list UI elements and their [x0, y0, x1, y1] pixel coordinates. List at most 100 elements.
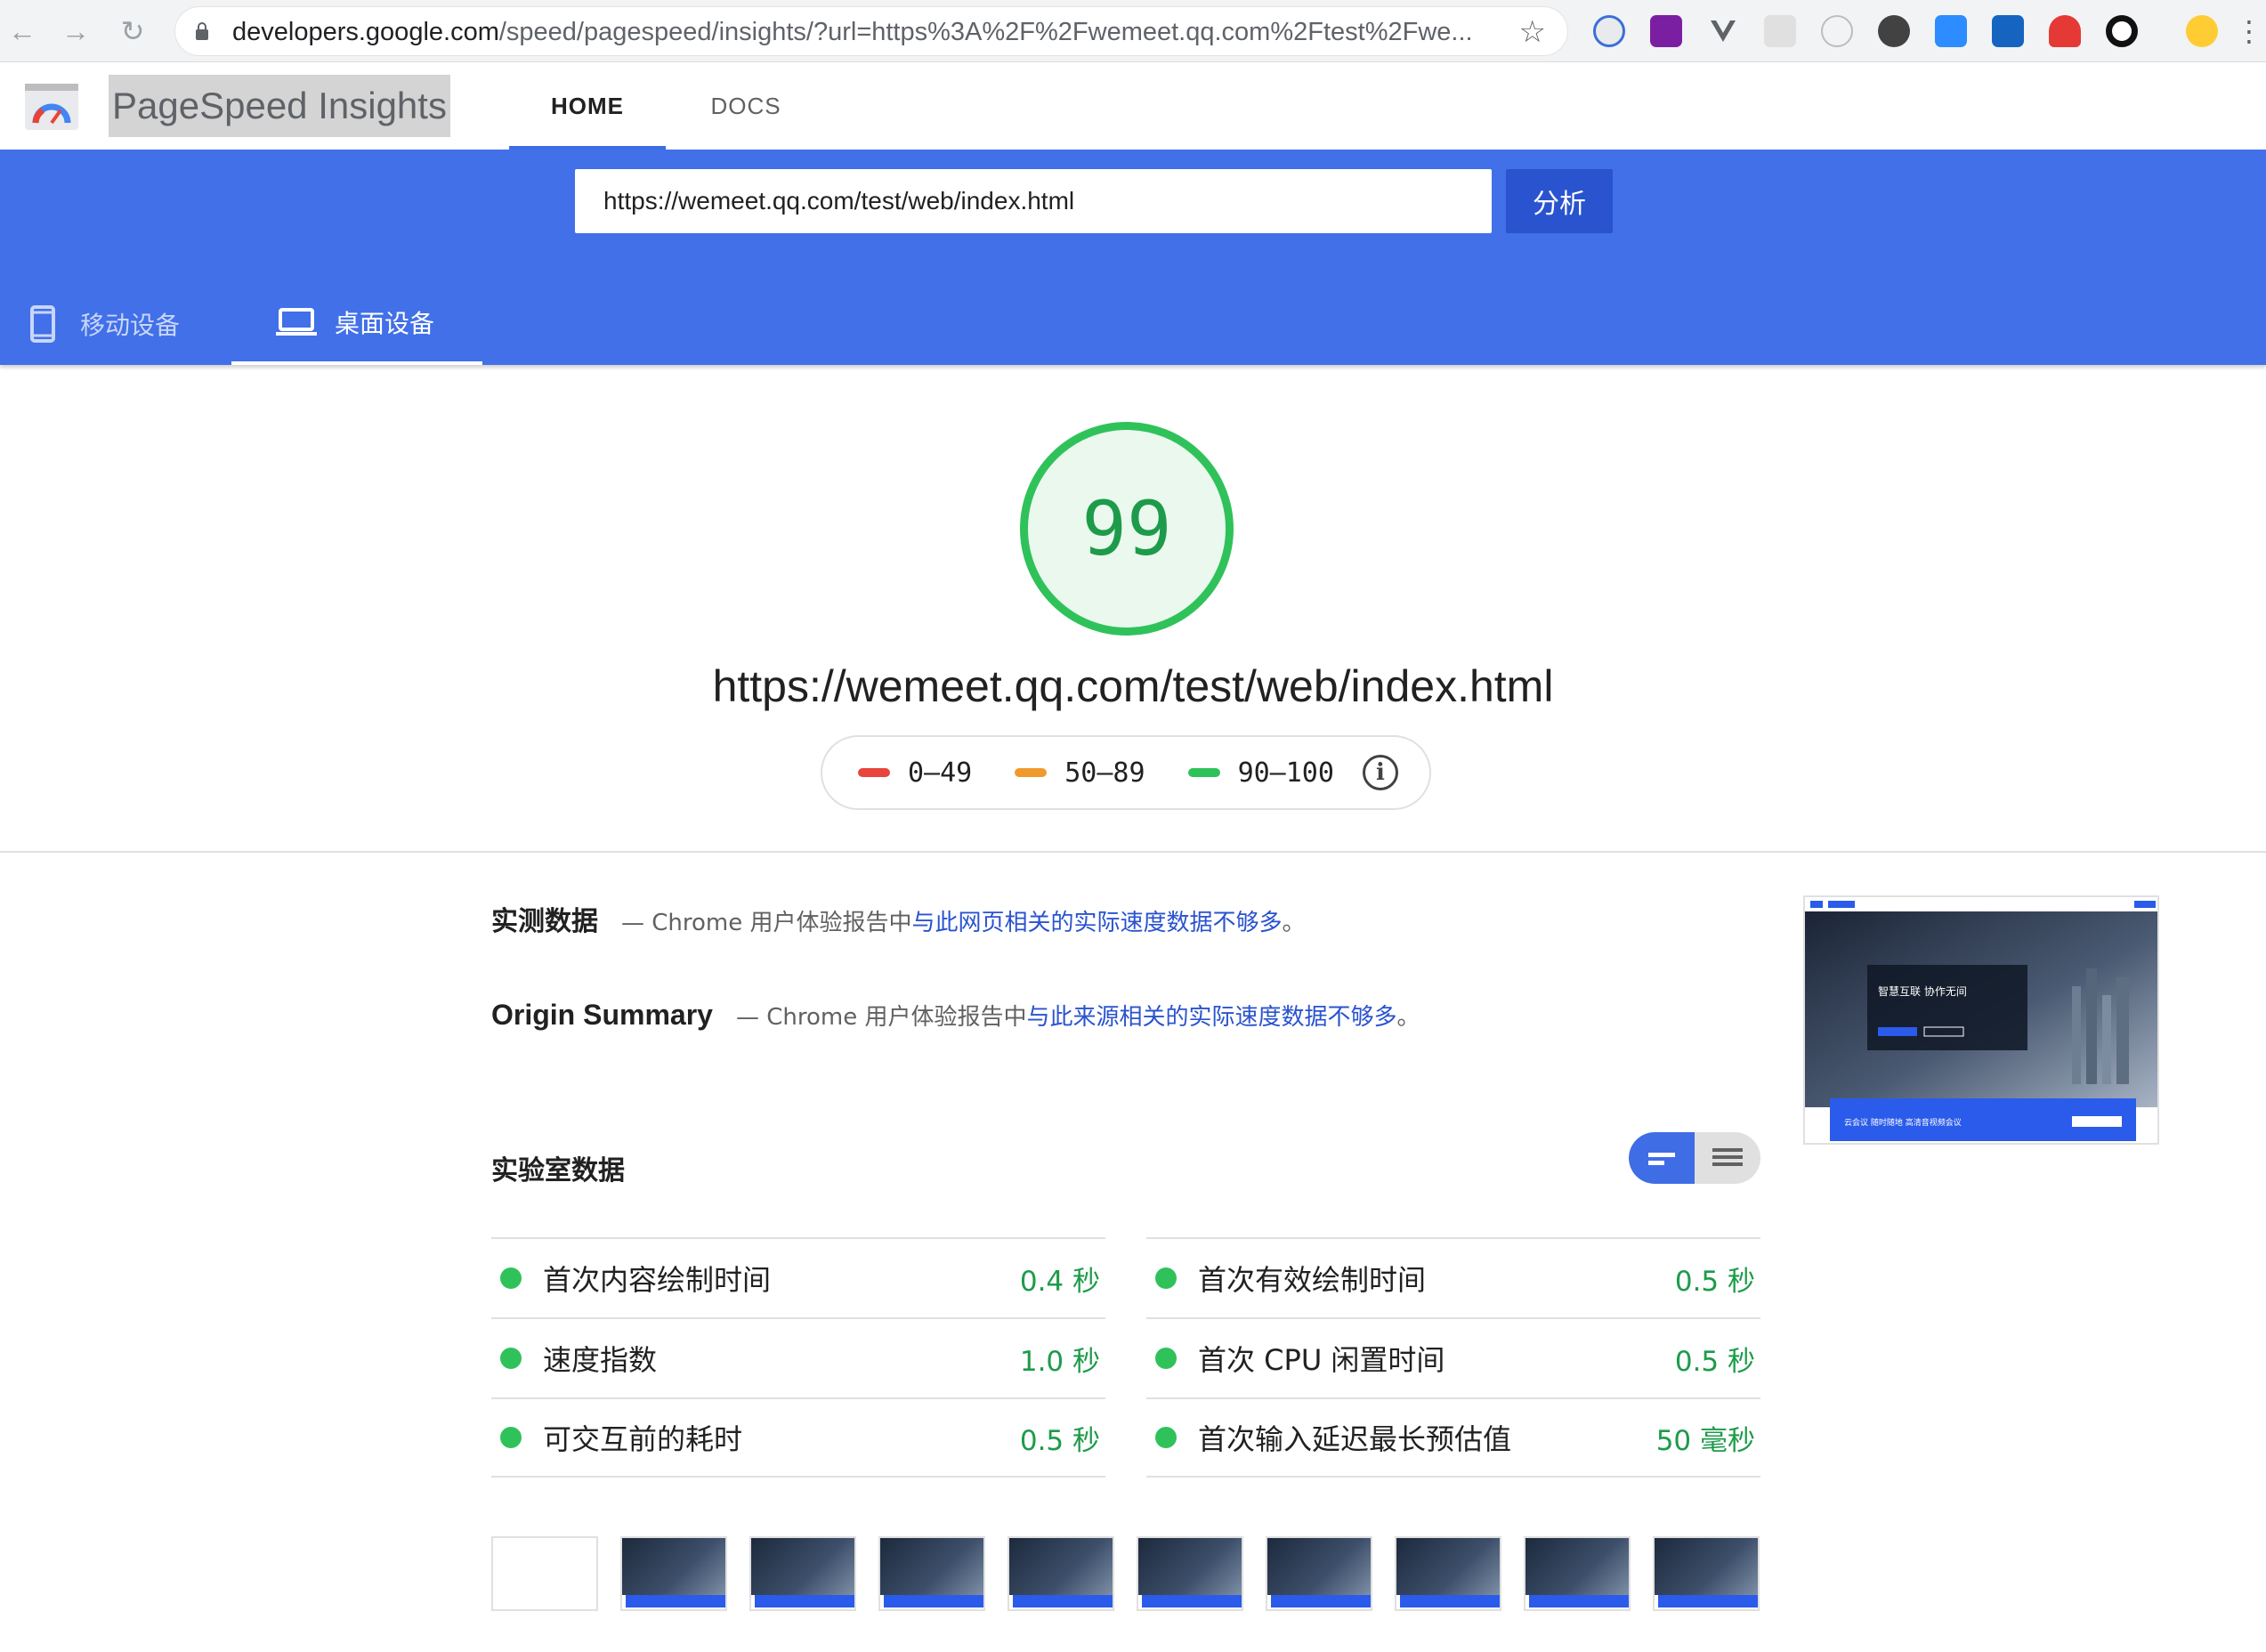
extension-lighthouse-icon[interactable]	[2049, 15, 2081, 47]
filmstrip-frame	[1266, 1536, 1372, 1611]
expanded-view-button[interactable]	[1695, 1132, 1760, 1184]
extension-globe-icon[interactable]	[1593, 15, 1625, 47]
address-bar-url: developers.google.com/speed/pagespeed/in…	[232, 18, 1496, 47]
metric-value: 0.4 秒	[1019, 1265, 1100, 1298]
browser-toolbar: ← → ↻ developers.google.com/speed/pagesp…	[0, 0, 2266, 62]
mobile-device-icon	[30, 305, 55, 343]
expanded-view-icon	[1712, 1148, 1743, 1166]
app-title[interactable]: PageSpeed Insights	[109, 75, 450, 137]
address-bar[interactable]: developers.google.com/speed/pagespeed/in…	[174, 6, 1568, 56]
legend-average: 50–89	[1015, 757, 1145, 789]
tab-mobile-label: 移动设备	[80, 311, 181, 340]
extension-s-icon[interactable]	[1992, 15, 2024, 47]
filmstrip-frame	[1524, 1536, 1631, 1611]
field-data-link[interactable]: 与此网页相关的实际速度数据不够多	[912, 904, 1283, 937]
psi-header: PageSpeed Insights HOME DOCS	[0, 62, 2266, 150]
extension-circle-icon[interactable]	[1878, 15, 1910, 47]
legend-fail-bar	[858, 768, 890, 777]
filmstrip-frame	[1653, 1536, 1760, 1611]
final-screenshot: 智慧互联 协作无间 云会议 随时随地 高清音视频会议	[1803, 895, 2159, 1145]
score-legend: 0–49 50–89 90–100 i	[821, 735, 1431, 810]
metric-value: 1.0 秒	[1019, 1345, 1100, 1378]
metrics-right-column: 首次有效绘制时间 0.5 秒 首次 CPU 闲置时间 0.5 秒 首次输入延迟最…	[1146, 1237, 1760, 1478]
filmstrip-frame-blank	[491, 1536, 598, 1611]
filmstrip-frame	[620, 1536, 727, 1611]
metric-name: 速度指数	[543, 1343, 658, 1377]
metric-value: 0.5 秒	[1674, 1265, 1755, 1298]
filmstrip-frame	[878, 1536, 985, 1611]
filmstrip-frame	[1395, 1536, 1501, 1611]
origin-summary-end: 。	[1396, 1004, 1420, 1031]
field-data-title: 实测数据	[491, 906, 598, 937]
filmstrip-frame	[1008, 1536, 1114, 1611]
tab-desktop-label: 桌面设备	[335, 309, 435, 338]
metric-name: 首次有效绘制时间	[1198, 1263, 1427, 1297]
url-host: developers.google.com	[232, 18, 499, 46]
legend-average-label: 50–89	[1064, 757, 1145, 789]
metric-name: 首次 CPU 闲置时间	[1198, 1343, 1445, 1377]
pass-dot-icon	[1155, 1267, 1177, 1289]
compact-view-button[interactable]	[1629, 1132, 1695, 1184]
extension-vue-icon[interactable]	[1707, 15, 1739, 47]
field-data-desc: — Chrome 用户体验报告中	[621, 910, 912, 936]
metric-value: 0.5 秒	[1019, 1424, 1100, 1457]
forward-icon[interactable]: →	[57, 12, 94, 50]
url-path: /speed/pagespeed/insights/?url=https%3A%…	[498, 18, 1473, 46]
filmstrip-frame	[1137, 1536, 1243, 1611]
origin-summary-row: Origin Summary — Chrome 用户体验报告中 与此来源相关的实…	[491, 999, 1420, 1032]
extension-ring-icon[interactable]	[2106, 15, 2138, 47]
url-input[interactable]	[575, 169, 1492, 233]
pagespeed-logo-icon	[25, 84, 78, 130]
metric-row: 首次内容绘制时间 0.4 秒	[491, 1237, 1105, 1317]
metric-row: 可交互前的耗时 0.5 秒	[491, 1397, 1105, 1478]
view-toggle[interactable]	[1629, 1132, 1760, 1184]
profile-avatar-icon[interactable]	[2186, 15, 2218, 47]
legend-average-bar	[1015, 768, 1048, 777]
origin-summary-desc: — Chrome 用户体验报告中	[735, 1004, 1027, 1031]
legend-pass-label: 90–100	[1237, 757, 1334, 789]
lab-data-title: 实验室数据	[491, 1155, 625, 1186]
metric-name: 首次输入延迟最长预估值	[1198, 1422, 1512, 1456]
extension-zoom-icon[interactable]	[1935, 15, 1967, 47]
legend-pass: 90–100	[1187, 757, 1334, 789]
screenshot-banner: 云会议 随时随地 高清音视频会议	[1844, 1117, 1962, 1128]
back-icon[interactable]: ←	[4, 12, 41, 50]
tab-desktop[interactable]: 桌面设备	[231, 283, 482, 365]
lock-icon	[196, 22, 208, 40]
extension-rp-icon[interactable]	[1650, 15, 1682, 47]
metric-name: 可交互前的耗时	[543, 1422, 743, 1456]
metrics-left-column: 首次内容绘制时间 0.4 秒 速度指数 1.0 秒 可交互前的耗时 0.5 秒	[491, 1237, 1105, 1478]
info-icon[interactable]: i	[1362, 755, 1398, 790]
bookmark-star-icon[interactable]: ☆	[1519, 14, 1546, 50]
pass-dot-icon	[500, 1267, 522, 1289]
final-screenshot-image: 智慧互联 协作无间 云会议 随时随地 高清音视频会议	[1805, 897, 2157, 1141]
score-gauge: 99	[1020, 422, 1234, 636]
section-divider	[0, 851, 2266, 853]
extension-react-icon[interactable]	[1764, 15, 1796, 47]
laptop-icon	[276, 308, 317, 336]
legend-pass-bar	[1187, 768, 1220, 777]
tab-docs[interactable]: DOCS	[685, 62, 806, 150]
extension-camera-icon[interactable]	[1821, 15, 1853, 47]
origin-summary-link[interactable]: 与此来源相关的实际速度数据不够多	[1026, 999, 1396, 1032]
analysis-band: 分析 移动设备 桌面设备	[0, 150, 2266, 365]
analyze-button[interactable]: 分析	[1506, 169, 1613, 233]
reload-icon[interactable]: ↻	[114, 12, 151, 50]
tab-home[interactable]: HOME	[509, 62, 666, 150]
pass-dot-icon	[500, 1427, 522, 1448]
browser-menu-icon[interactable]: ⋮	[2230, 12, 2266, 50]
metric-row: 首次有效绘制时间 0.5 秒	[1146, 1237, 1760, 1317]
metric-row: 首次 CPU 闲置时间 0.5 秒	[1146, 1317, 1760, 1397]
pass-dot-icon	[1155, 1348, 1177, 1369]
origin-summary-title: Origin Summary	[491, 999, 713, 1031]
metric-name: 首次内容绘制时间	[543, 1263, 772, 1297]
metric-row: 首次输入延迟最长预估值 50 毫秒	[1146, 1397, 1760, 1478]
tab-mobile[interactable]: 移动设备	[30, 283, 217, 365]
pass-dot-icon	[500, 1348, 522, 1369]
filmstrip-frame	[749, 1536, 856, 1611]
field-data-row: 实测数据 — Chrome 用户体验报告中 与此网页相关的实际速度数据不够多 。	[491, 899, 1306, 938]
performance-score: 99	[1081, 485, 1172, 572]
field-data-end: 。	[1282, 910, 1306, 936]
metric-value: 0.5 秒	[1674, 1345, 1755, 1378]
metric-row: 速度指数 1.0 秒	[491, 1317, 1105, 1397]
